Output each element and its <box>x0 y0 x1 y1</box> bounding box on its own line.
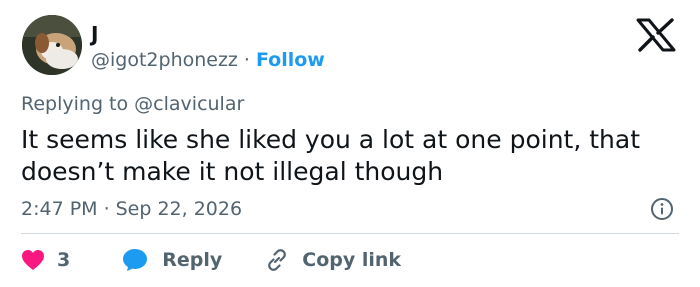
divider <box>21 233 679 234</box>
heart-icon <box>21 249 45 271</box>
like-count: 3 <box>57 249 71 271</box>
action-bar: 3 Reply Copy link <box>21 245 401 275</box>
avatar[interactable] <box>22 15 82 75</box>
copy-link-label: Copy link <box>302 249 402 271</box>
replying-to: Replying to @clavicular <box>21 92 244 116</box>
separator-dot: · <box>103 198 110 220</box>
x-logo-icon[interactable] <box>634 18 678 52</box>
replying-to-mention[interactable]: @clavicular <box>134 93 244 115</box>
timestamp[interactable]: 2:47 PM · Sep 22, 2026 <box>21 197 242 221</box>
speech-bubble-icon <box>122 248 148 272</box>
separator-dot: · <box>243 49 250 71</box>
reply-label: Reply <box>162 249 223 271</box>
like-button[interactable]: 3 <box>21 249 70 271</box>
follow-button[interactable]: Follow <box>256 49 325 71</box>
reply-button[interactable]: Reply <box>108 248 222 272</box>
link-icon <box>264 247 290 273</box>
replying-to-prefix: Replying to <box>21 93 129 115</box>
handle-row: @igot2phonezz · Follow <box>91 48 325 72</box>
tweet-date[interactable]: Sep 22, 2026 <box>116 198 242 220</box>
copy-link-button[interactable]: Copy link <box>252 247 401 273</box>
tweet-time[interactable]: 2:47 PM <box>21 198 98 220</box>
user-handle[interactable]: @igot2phonezz <box>91 49 238 71</box>
tweet-text: It seems like she liked you a lot at one… <box>21 125 641 186</box>
info-icon[interactable] <box>650 197 674 221</box>
display-name[interactable]: J <box>91 22 98 46</box>
